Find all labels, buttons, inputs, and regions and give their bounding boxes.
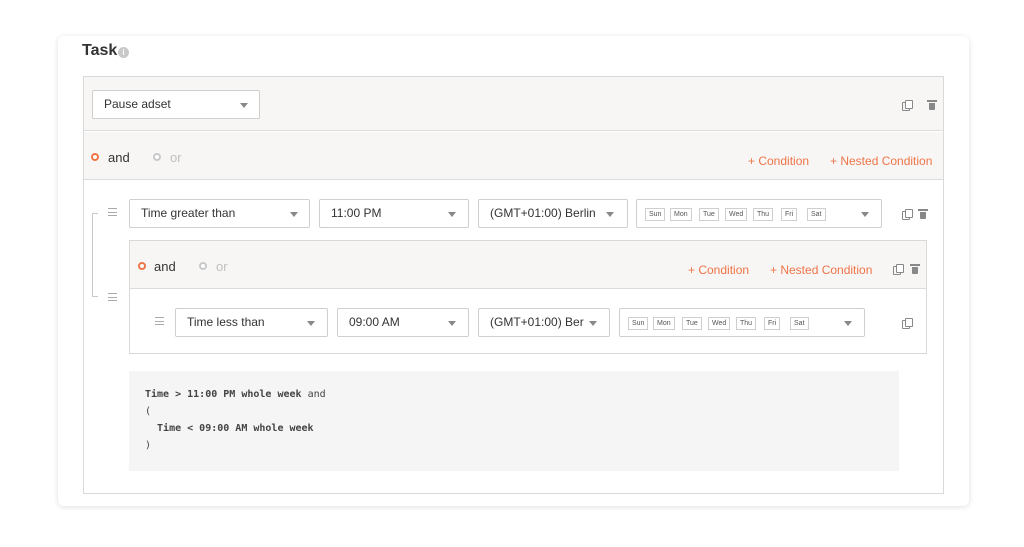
summary-expr: Time > 11:00 PM whole week xyxy=(145,389,302,400)
trash-icon[interactable] xyxy=(918,209,928,219)
task-title: Task xyxy=(82,42,118,59)
condition-summary xyxy=(129,371,899,471)
chevron-down-icon xyxy=(861,212,869,217)
time-value: 11:00 PM xyxy=(331,206,382,220)
or-radio[interactable] xyxy=(153,153,161,161)
add-nested-condition-button[interactable]: + Nested Condition xyxy=(830,154,932,168)
summary-line-4: ) xyxy=(145,440,152,451)
nested-add-nested-condition-button[interactable]: + Nested Condition xyxy=(770,263,872,277)
chevron-down-icon xyxy=(844,321,852,326)
day-tag[interactable]: Mon xyxy=(653,317,675,330)
root-logic-row xyxy=(84,132,943,180)
chevron-down-icon xyxy=(589,321,597,326)
add-condition-button[interactable]: + Condition xyxy=(748,154,809,168)
nested-days-select[interactable]: Sun Mon Tue Wed Thu Fri Sat xyxy=(619,308,865,337)
nested-or-label[interactable]: or xyxy=(216,259,228,274)
condition-type-value: Time less than xyxy=(187,315,265,329)
chevron-down-icon xyxy=(606,212,614,217)
copy-icon[interactable] xyxy=(902,209,913,220)
drag-handle-icon[interactable] xyxy=(155,317,164,325)
and-label[interactable]: and xyxy=(108,150,130,165)
trash-icon[interactable] xyxy=(927,100,937,110)
day-tag[interactable]: Fri xyxy=(764,317,781,330)
info-icon[interactable]: i xyxy=(118,47,129,58)
day-tag[interactable]: Sat xyxy=(807,208,826,221)
action-select-value: Pause adset xyxy=(104,97,171,111)
nested-or-radio[interactable] xyxy=(199,262,207,270)
day-tag[interactable]: Sat xyxy=(790,317,809,330)
summary-op: and xyxy=(301,389,326,400)
chevron-down-icon xyxy=(448,212,456,217)
group-bracket xyxy=(92,213,98,297)
time-value: 09:00 AM xyxy=(349,315,400,329)
chevron-down-icon xyxy=(307,321,315,326)
nested-add-condition-button[interactable]: + Condition xyxy=(688,263,749,277)
day-tag[interactable]: Tue xyxy=(682,317,702,330)
condition-type-value: Time greater than xyxy=(141,206,236,220)
day-tag[interactable]: Thu xyxy=(753,208,774,221)
chevron-down-icon xyxy=(448,321,456,326)
copy-icon[interactable] xyxy=(902,318,913,329)
copy-icon[interactable] xyxy=(902,100,913,111)
trash-icon[interactable] xyxy=(910,264,920,274)
summary-line-2: ( xyxy=(145,406,152,417)
copy-icon[interactable] xyxy=(893,264,904,275)
time-select[interactable]: 11:00 PM xyxy=(319,199,469,228)
summary-line-3: Time < 09:00 AM whole week xyxy=(145,423,314,434)
day-tag[interactable]: Tue xyxy=(699,208,719,221)
or-label[interactable]: or xyxy=(170,150,182,165)
day-tag[interactable]: Fri xyxy=(781,208,798,221)
nested-condition-type-select[interactable]: Time less than xyxy=(175,308,328,337)
timezone-select[interactable]: (GMT+01:00) Berlin xyxy=(478,199,628,228)
timezone-value: (GMT+01:00) Ber xyxy=(490,315,584,329)
summary-line-1: Time > 11:00 PM whole week and xyxy=(145,389,326,400)
nested-time-select[interactable]: 09:00 AM xyxy=(337,308,469,337)
condition-type-select[interactable]: Time greater than xyxy=(129,199,310,228)
day-tag[interactable]: Sun xyxy=(645,208,666,221)
days-select[interactable]: Sun Mon Tue Wed Thu Fri Sat xyxy=(636,199,882,228)
chevron-down-icon xyxy=(240,103,248,108)
and-radio[interactable] xyxy=(91,153,99,161)
timezone-value: (GMT+01:00) Berlin xyxy=(490,206,596,220)
drag-handle-icon[interactable] xyxy=(108,293,117,301)
day-tag[interactable]: Thu xyxy=(736,317,757,330)
day-tag[interactable]: Wed xyxy=(725,208,748,221)
nested-and-label[interactable]: and xyxy=(154,259,176,274)
day-tag[interactable]: Wed xyxy=(708,317,731,330)
action-select[interactable]: Pause adset xyxy=(92,90,260,119)
drag-handle-icon[interactable] xyxy=(108,208,117,216)
nested-timezone-select[interactable]: (GMT+01:00) Ber xyxy=(478,308,610,337)
day-tag[interactable]: Sun xyxy=(628,317,649,330)
nested-and-radio[interactable] xyxy=(138,262,146,270)
day-tag[interactable]: Mon xyxy=(670,208,692,221)
chevron-down-icon xyxy=(290,212,298,217)
